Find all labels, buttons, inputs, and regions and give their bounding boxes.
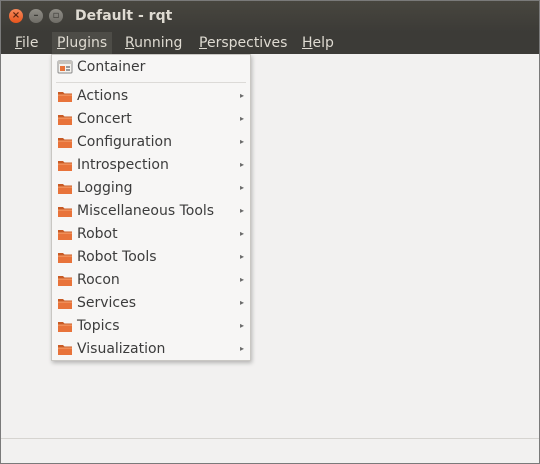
menu-item-configuration[interactable]: Configuration ▸	[52, 131, 250, 153]
folder-icon	[58, 345, 72, 355]
menu-item-label: Actions	[77, 88, 129, 104]
minimize-window-button[interactable]: –	[29, 9, 43, 23]
folder-icon	[58, 276, 72, 286]
menu-item-robot[interactable]: Robot ▸	[52, 223, 250, 245]
folder-icon	[58, 138, 72, 148]
menu-item-label: Rocon	[77, 272, 120, 288]
menu-plugins[interactable]: Plugins	[52, 32, 113, 54]
menu-file[interactable]: File	[10, 32, 43, 54]
maximize-window-button[interactable]: ▫	[49, 9, 63, 23]
title-bar: × – ▫ Default - rqt	[1, 1, 539, 32]
submenu-arrow-icon: ▸	[239, 298, 244, 307]
menu-bar: File Plugins Running Perspectives Help	[1, 32, 539, 54]
menu-item-label: Topics	[77, 318, 120, 334]
menu-item-container[interactable]: Container	[52, 56, 250, 78]
folder-icon	[58, 207, 72, 217]
folder-icon	[58, 92, 72, 102]
menu-separator	[56, 82, 246, 83]
folder-icon	[58, 161, 72, 171]
folder-icon	[58, 253, 72, 263]
menu-item-robot-tools[interactable]: Robot Tools ▸	[52, 246, 250, 268]
folder-icon	[58, 322, 72, 332]
submenu-arrow-icon: ▸	[239, 137, 244, 146]
menu-item-concert[interactable]: Concert ▸	[52, 108, 250, 130]
close-window-button[interactable]: ×	[9, 9, 23, 23]
rqt-window: × – ▫ Default - rqt File Plugins Running…	[0, 0, 540, 464]
submenu-arrow-icon: ▸	[239, 160, 244, 169]
submenu-arrow-icon: ▸	[239, 321, 244, 330]
plugins-dropdown-menu: Container Actions ▸ Concert ▸ Configuration ▸…	[51, 54, 251, 361]
submenu-arrow-icon: ▸	[239, 275, 244, 284]
menu-item-actions[interactable]: Actions ▸	[52, 85, 250, 107]
submenu-arrow-icon: ▸	[239, 183, 244, 192]
menu-item-label: Concert	[77, 111, 132, 127]
container-icon	[57, 60, 73, 74]
window-title: Default - rqt	[75, 8, 173, 24]
submenu-arrow-icon: ▸	[239, 206, 244, 215]
menu-item-label: Miscellaneous Tools	[77, 203, 215, 219]
menu-item-label: Logging	[77, 180, 133, 196]
folder-icon	[58, 184, 72, 194]
menu-running[interactable]: Running	[120, 32, 187, 54]
menu-item-label: Services	[77, 295, 137, 311]
submenu-arrow-icon: ▸	[239, 252, 244, 261]
menu-item-introspection[interactable]: Introspection ▸	[52, 154, 250, 176]
menu-item-topics[interactable]: Topics ▸	[52, 315, 250, 337]
menu-item-label: Container	[77, 59, 146, 75]
menu-item-label: Visualization	[77, 341, 166, 357]
menu-item-label: Robot	[77, 226, 118, 242]
menu-item-visualization[interactable]: Visualization ▸	[52, 338, 250, 360]
submenu-arrow-icon: ▸	[239, 344, 244, 353]
submenu-arrow-icon: ▸	[239, 91, 244, 100]
menu-item-label: Robot Tools	[77, 249, 157, 265]
menu-item-logging[interactable]: Logging ▸	[52, 177, 250, 199]
submenu-arrow-icon: ▸	[239, 229, 244, 238]
menu-item-label: Introspection	[77, 157, 169, 173]
folder-icon	[58, 115, 72, 125]
menu-item-rocon[interactable]: Rocon ▸	[52, 269, 250, 291]
menu-perspectives[interactable]: Perspectives	[194, 32, 292, 54]
submenu-arrow-icon: ▸	[239, 114, 244, 123]
folder-icon	[58, 230, 72, 240]
menu-item-label: Configuration	[77, 134, 172, 150]
menu-help[interactable]: Help	[297, 32, 339, 54]
menu-item-services[interactable]: Services ▸	[52, 292, 250, 314]
folder-icon	[58, 299, 72, 309]
menu-item-miscellaneous-tools[interactable]: Miscellaneous Tools ▸	[52, 200, 250, 222]
status-bar-divider	[1, 438, 539, 439]
